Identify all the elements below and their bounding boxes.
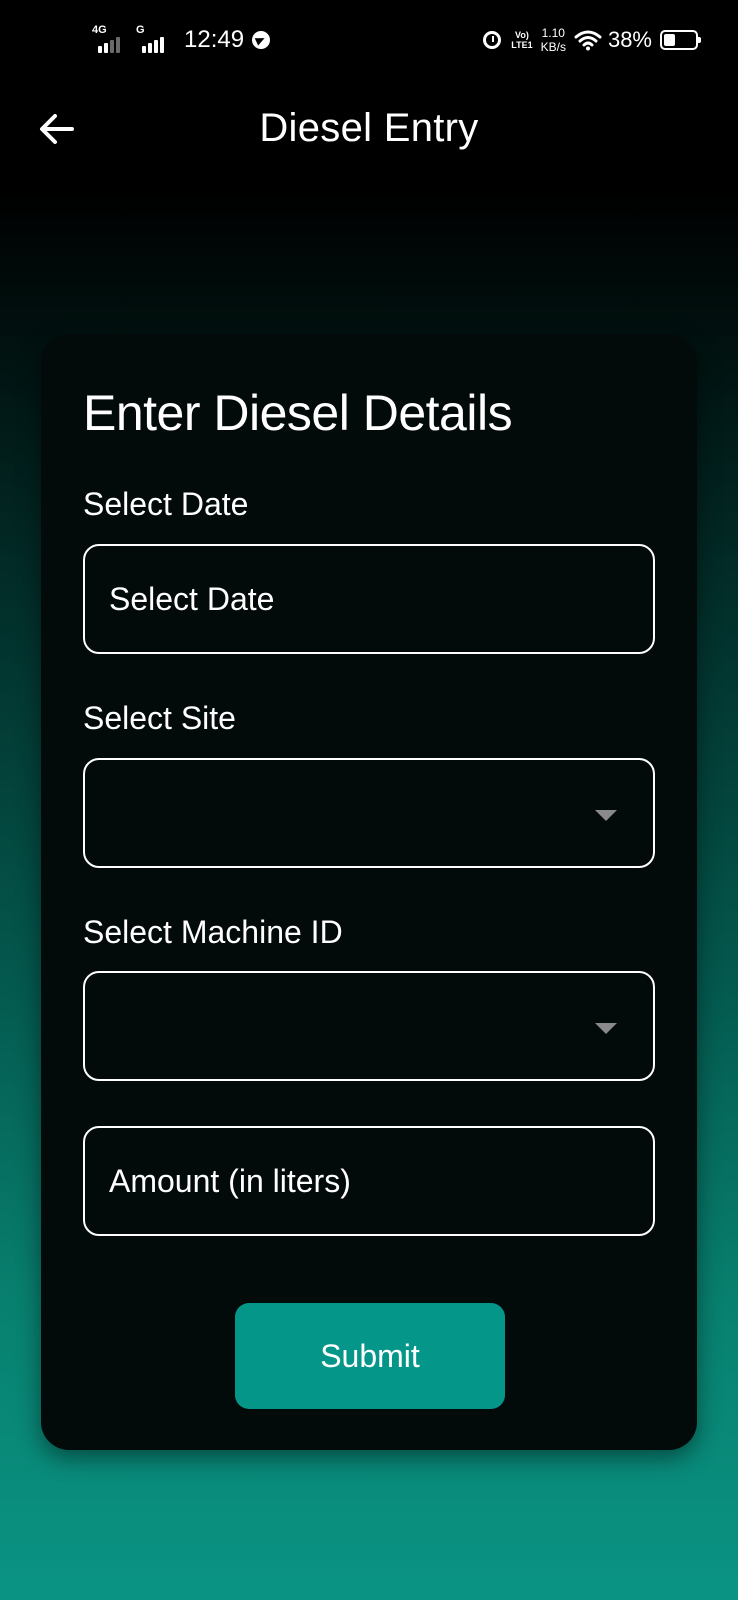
network-type-label: 4G xyxy=(92,24,107,36)
submit-button[interactable]: Submit xyxy=(235,1303,505,1409)
amount-placeholder: Amount (in liters) xyxy=(109,1163,351,1199)
app-bar: Diesel Entry xyxy=(0,90,738,166)
battery-icon xyxy=(660,30,701,50)
volte-icon: Vo) LTE1 xyxy=(511,30,532,50)
date-placeholder: Select Date xyxy=(109,581,275,617)
status-bar: 4G G 12:49 Vo) LTE1 1.10 KB/s 38% xyxy=(0,0,738,80)
network-speed-value: 1.10 xyxy=(541,26,565,40)
status-bar-right: Vo) LTE1 1.10 KB/s 38% xyxy=(483,22,701,58)
site-label: Select Site xyxy=(83,700,236,736)
form-heading: Enter Diesel Details xyxy=(83,385,513,441)
page-title: Diesel Entry xyxy=(259,106,479,150)
status-time: 12:49 xyxy=(184,26,245,53)
dropdown-arrow-icon xyxy=(595,1023,617,1034)
diesel-form-card: Enter Diesel Details Select Date Select … xyxy=(41,334,697,1450)
dropdown-arrow-icon xyxy=(595,810,617,821)
date-label: Select Date xyxy=(83,486,249,522)
network-speed-unit: KB/s xyxy=(540,40,566,54)
alarm-icon xyxy=(483,31,502,49)
battery-level-fill xyxy=(664,34,676,46)
telegram-icon xyxy=(252,31,271,49)
date-picker-field[interactable]: Select Date xyxy=(83,544,655,654)
wifi-icon xyxy=(574,30,602,51)
volte-top-label: Vo) xyxy=(515,30,529,40)
battery-percent: 38% xyxy=(607,27,652,52)
network-speed: 1.10 KB/s xyxy=(541,26,566,54)
machine-id-dropdown[interactable] xyxy=(83,971,655,1081)
status-bar-left: 4G G 12:49 xyxy=(92,22,271,58)
machine-id-label: Select Machine ID xyxy=(83,914,343,950)
signal-4g-icon: 4G xyxy=(92,25,128,55)
site-dropdown[interactable] xyxy=(83,758,655,868)
network-type-label: G xyxy=(136,24,145,36)
amount-input[interactable]: Amount (in liters) xyxy=(83,1126,655,1236)
signal-g-icon: G xyxy=(136,25,172,55)
volte-bottom-label: LTE1 xyxy=(511,40,533,50)
